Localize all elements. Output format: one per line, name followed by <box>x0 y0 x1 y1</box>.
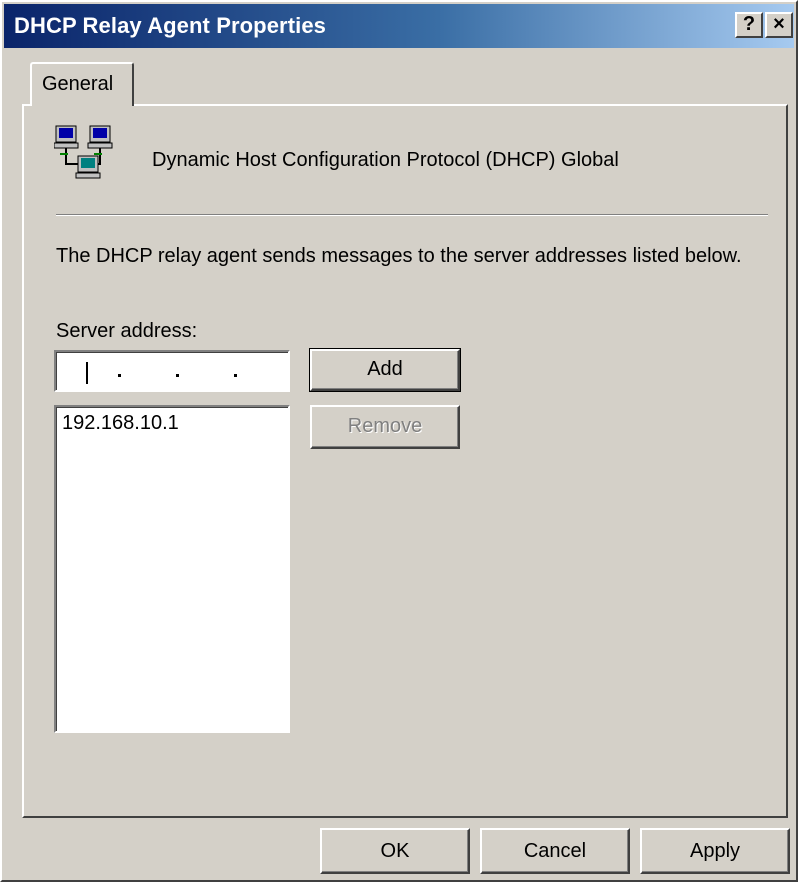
ok-button[interactable]: OK <box>320 828 470 874</box>
tab-general-label: General <box>42 73 114 95</box>
ip-octet-separator <box>118 374 121 377</box>
ip-octet-separator <box>176 374 179 377</box>
dialog-window: DHCP Relay Agent Properties ? × General … <box>0 0 798 882</box>
window-title: DHCP Relay Agent Properties <box>14 13 327 38</box>
server-address-ip-field[interactable] <box>54 350 290 392</box>
server-address-input[interactable] <box>62 360 282 384</box>
network-computers-icon <box>54 125 113 179</box>
help-button[interactable]: ? <box>735 12 763 38</box>
apply-button[interactable]: Apply <box>640 828 790 874</box>
tab-general[interactable]: General <box>30 62 134 106</box>
ip-octet-separator <box>234 374 237 377</box>
cancel-button[interactable]: Cancel <box>480 828 630 874</box>
add-button[interactable]: Add <box>309 348 461 392</box>
close-button[interactable]: × <box>765 12 793 38</box>
title-bar[interactable]: DHCP Relay Agent Properties ? × <box>4 4 794 48</box>
server-address-list[interactable]: 192.168.10.1 <box>54 405 290 733</box>
description-text: The DHCP relay agent sends messages to t… <box>56 245 742 267</box>
server-address-label: Server address: <box>56 320 198 342</box>
protocol-header: Dynamic Host Configuration Protocol (DHC… <box>152 149 619 171</box>
list-item[interactable]: 192.168.10.1 <box>56 407 288 439</box>
remove-button[interactable]: Remove <box>310 405 460 449</box>
text-caret <box>86 362 88 384</box>
separator-line <box>56 214 768 216</box>
